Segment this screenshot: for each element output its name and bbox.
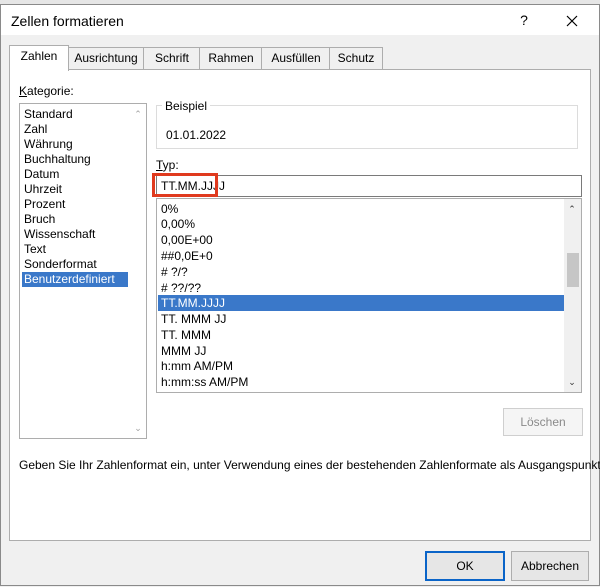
format-list[interactable]: 0% 0,00% 0,00E+00 ##0,0E+0 # ?/? # ??/??… [156,198,582,393]
category-label-rest: ategorie: [27,84,74,98]
format-item[interactable]: TT. MMM [158,327,565,343]
scroll-down-icon[interactable]: ⌄ [567,378,577,387]
category-item-text[interactable]: Text [22,242,128,257]
format-item[interactable]: ##0,0E+0 [158,248,565,264]
tab-schrift[interactable]: Schrift [143,47,201,69]
format-item[interactable]: 0,00% [158,216,565,232]
highlight-box [152,173,218,197]
tab-ausrichtung[interactable]: Ausrichtung [67,47,145,69]
delete-button[interactable]: Löschen [503,408,583,436]
category-item-datum[interactable]: Datum [22,167,128,182]
tab-zahlen[interactable]: Zahlen [9,45,69,71]
category-item-wissenschaft[interactable]: Wissenschaft [22,227,128,242]
scroll-thumb[interactable] [567,253,579,287]
category-label-accesskey: K [19,84,28,98]
category-item-waehrung[interactable]: Währung [22,137,128,152]
category-item-bruch[interactable]: Bruch [22,212,128,227]
dialog-title: Zellen formatieren [11,13,124,29]
type-label-rest: yp: [162,158,179,172]
scroll-down-icon[interactable]: ⌄ [133,424,143,433]
tab-rahmen[interactable]: Rahmen [199,47,263,69]
title-bar: Zellen formatieren ? [1,5,599,35]
category-item-buchhaltung[interactable]: Buchhaltung [22,152,128,167]
category-item-benutzerdefiniert[interactable]: Benutzerdefiniert [22,272,128,287]
category-label: Kategorie: [19,84,74,98]
ok-button[interactable]: OK [425,551,505,581]
category-list[interactable]: Standard Zahl Währung Buchhaltung Datum … [19,103,147,439]
format-item[interactable]: TT. MMM JJ [158,311,565,327]
category-item-prozent[interactable]: Prozent [22,197,128,212]
format-item[interactable]: # ??/?? [158,280,565,296]
category-item-sonderformat[interactable]: Sonderformat [22,257,128,272]
type-label: Typ: [156,158,179,172]
type-label-accesskey: T [156,158,163,172]
cancel-button[interactable]: Abbrechen [511,551,589,581]
sample-group [156,105,578,149]
category-item-uhrzeit[interactable]: Uhrzeit [22,182,128,197]
format-scrollbar[interactable]: ⌃ ⌄ [564,199,581,392]
scroll-up-icon[interactable]: ⌃ [133,110,143,119]
tab-ausfuellen[interactable]: Ausfüllen [261,47,331,69]
category-item-standard[interactable]: Standard [22,107,128,122]
close-button[interactable] [555,8,589,32]
hint-text: Geben Sie Ihr Zahlenformat ein, unter Ve… [19,458,600,472]
scroll-up-icon[interactable]: ⌃ [567,205,577,214]
sample-label: Beispiel [162,99,211,113]
format-item[interactable]: 0% [158,201,565,217]
format-item[interactable]: 0,00E+00 [158,232,565,248]
close-icon [566,15,578,27]
category-scrollbar[interactable]: ⌃ ⌄ [130,104,146,438]
help-button[interactable]: ? [509,8,539,32]
format-item[interactable]: h:mm:ss AM/PM [158,374,565,390]
tab-schutz[interactable]: Schutz [329,47,383,69]
tab-panel-zahlen: Kategorie: Standard Zahl Währung Buchhal… [9,69,600,541]
format-item-selected[interactable]: TT.MM.JJJJ [158,295,565,311]
type-input[interactable]: TT.MM.JJJJ [156,175,582,197]
sample-value: 01.01.2022 [166,128,227,142]
format-item[interactable]: # ?/? [158,264,565,280]
category-item-zahl[interactable]: Zahl [22,122,128,137]
format-item[interactable]: h:mm AM/PM [158,358,565,374]
format-item[interactable]: MMM JJ [158,343,565,359]
format-cells-dialog: Zellen formatieren ? Zahlen Ausrichtung … [0,4,600,586]
